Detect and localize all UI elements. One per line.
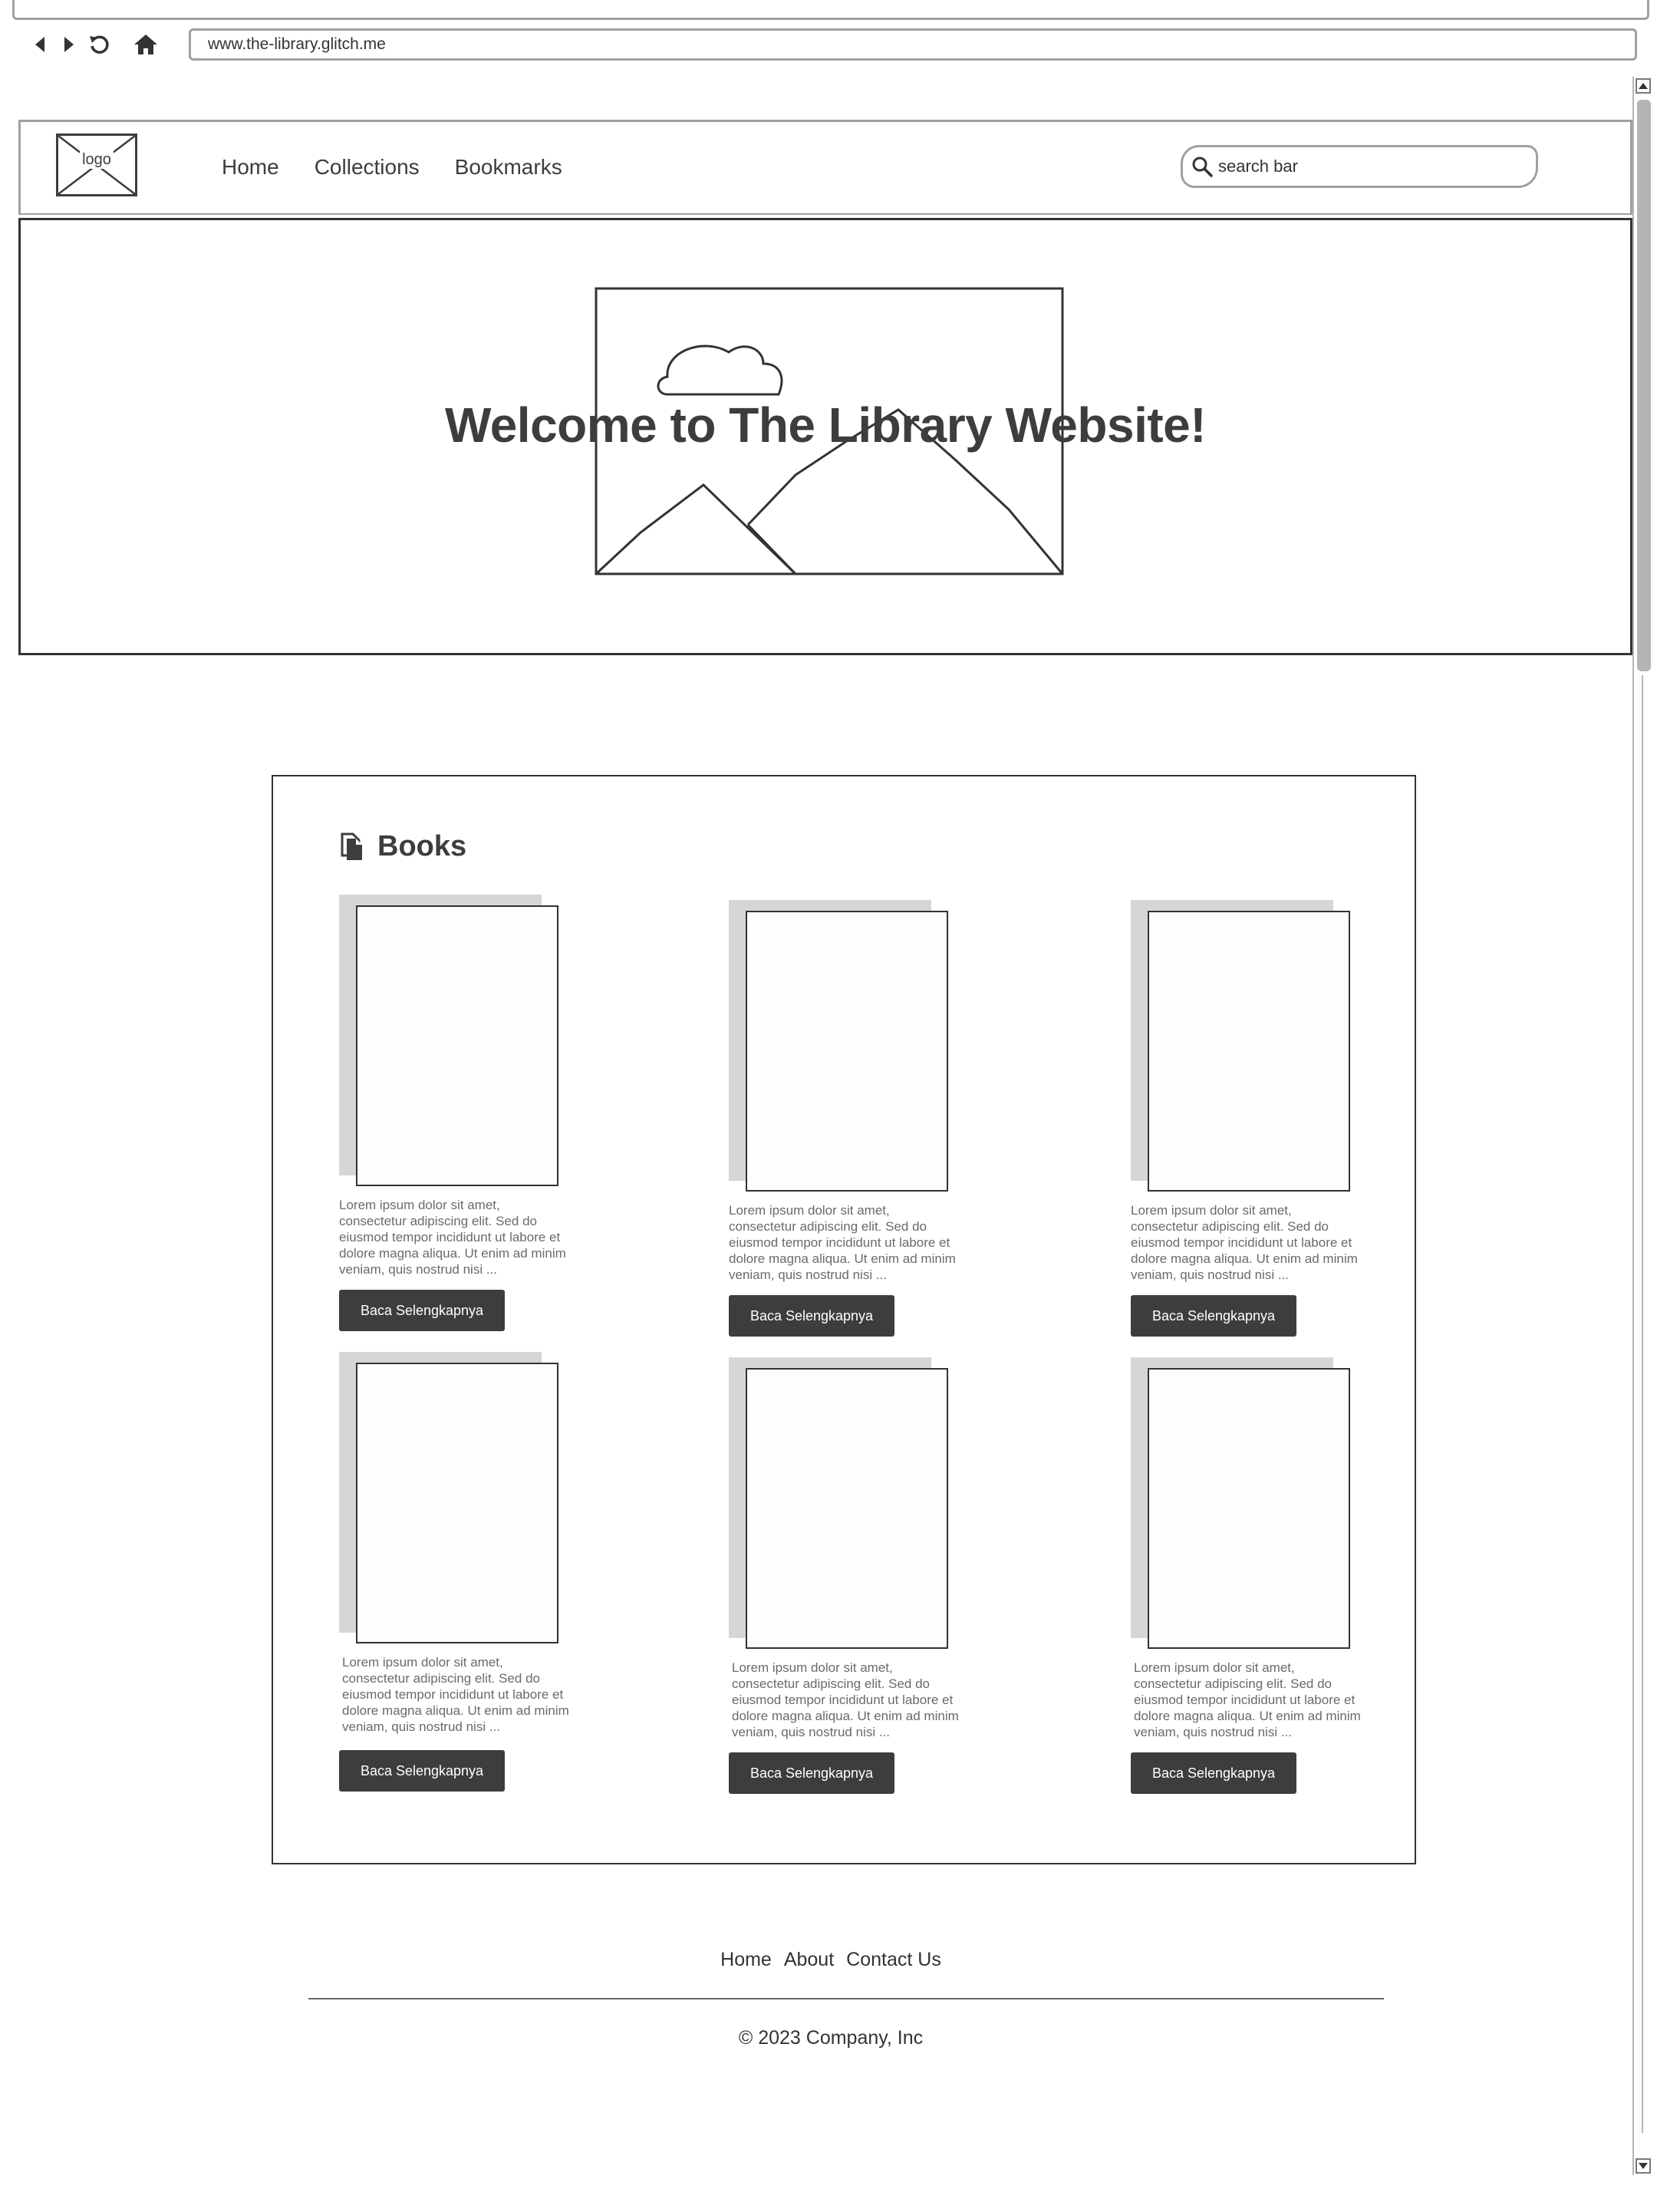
read-more-button[interactable]: Baca Selengkapnya <box>729 1752 894 1794</box>
reload-icon <box>90 35 109 54</box>
footer-nav: Home About Contact Us <box>0 1949 1657 1971</box>
read-more-button[interactable]: Baca Selengkapnya <box>729 1295 894 1337</box>
site-header: logo Home Collections Bookmarks search b… <box>18 120 1632 215</box>
browser-tab-bar <box>12 0 1649 20</box>
logo-label: logo <box>80 151 114 169</box>
footer-divider <box>308 1998 1384 1999</box>
book-cover-image <box>1148 1368 1350 1649</box>
books-heading-label: Books <box>377 830 467 862</box>
read-more-button[interactable]: Baca Selengkapnya <box>339 1290 505 1331</box>
page-scrollbar[interactable] <box>1632 77 1651 2175</box>
books-heading: Books <box>339 830 466 863</box>
document-icon <box>341 832 362 860</box>
book-cover-image <box>356 905 558 1186</box>
book-card: Lorem ipsum dolor sit amet, consectetur … <box>339 1352 577 1792</box>
main-nav: Home Collections Bookmarks <box>222 122 562 213</box>
book-description: Lorem ipsum dolor sit amet, consectetur … <box>339 1198 566 1277</box>
book-description: Lorem ipsum dolor sit amet, consectetur … <box>729 1203 956 1282</box>
footer-about-link[interactable]: About <box>784 1949 834 1971</box>
read-more-button[interactable]: Baca Selengkapnya <box>339 1750 505 1792</box>
logo[interactable]: logo <box>56 134 137 196</box>
home-button[interactable] <box>132 31 160 58</box>
reload-button[interactable] <box>86 31 112 58</box>
url-bar[interactable]: www.the-library.glitch.me <box>189 28 1637 61</box>
forward-button[interactable] <box>60 31 78 58</box>
hero-title: Welcome to The Library Website! <box>444 397 1207 453</box>
chevron-down-icon <box>1639 2163 1648 2169</box>
footer-contact-link[interactable]: Contact Us <box>846 1949 941 1971</box>
book-cover[interactable] <box>1131 900 1353 1192</box>
book-card: Lorem ipsum dolor sit amet, consectetur … <box>729 900 967 1337</box>
book-description: Lorem ipsum dolor sit amet, consectetur … <box>342 1655 569 1734</box>
scroll-up-button[interactable] <box>1636 78 1651 94</box>
book-card: Lorem ipsum dolor sit amet, consectetur … <box>1131 1357 1369 1794</box>
chevron-up-icon <box>1639 83 1648 89</box>
forward-icon <box>64 37 74 52</box>
copyright-text: © 2023 Company, Inc <box>738 2027 924 2049</box>
book-cover[interactable] <box>1131 1357 1353 1649</box>
book-cover[interactable] <box>339 895 562 1186</box>
nav-bookmarks-link[interactable]: Bookmarks <box>455 155 562 180</box>
book-cover-image <box>1148 911 1350 1192</box>
home-icon <box>134 35 157 54</box>
back-button[interactable] <box>31 31 49 58</box>
nav-collections-link[interactable]: Collections <box>315 155 420 180</box>
book-description: Lorem ipsum dolor sit amet, consectetur … <box>1134 1660 1361 1739</box>
hero-banner: Welcome to The Library Website! <box>18 218 1632 655</box>
book-cover[interactable] <box>729 900 951 1192</box>
book-cover[interactable] <box>339 1352 562 1643</box>
book-card: Lorem ipsum dolor sit amet, consectetur … <box>339 895 577 1331</box>
scroll-down-button[interactable] <box>1636 2158 1651 2174</box>
back-icon <box>35 37 44 52</box>
scroll-track <box>1642 675 1643 2133</box>
scroll-thumb[interactable] <box>1637 100 1651 671</box>
book-description: Lorem ipsum dolor sit amet, consectetur … <box>732 1660 959 1739</box>
search-icon <box>1192 157 1213 177</box>
read-more-button[interactable]: Baca Selengkapnya <box>1131 1295 1296 1337</box>
footer-home-link[interactable]: Home <box>720 1949 772 1971</box>
books-section: Books Lorem ipsum dolor sit amet, consec… <box>272 775 1416 1864</box>
book-cover-image <box>356 1363 558 1643</box>
book-cover-image <box>746 911 948 1192</box>
book-description: Lorem ipsum dolor sit amet, consectetur … <box>1131 1203 1358 1282</box>
book-cover[interactable] <box>729 1357 951 1649</box>
search-placeholder: search bar <box>1218 157 1298 176</box>
search-input[interactable]: search bar <box>1181 145 1538 188</box>
nav-home-link[interactable]: Home <box>222 155 279 180</box>
book-card: Lorem ipsum dolor sit amet, consectetur … <box>1131 900 1369 1337</box>
book-card: Lorem ipsum dolor sit amet, consectetur … <box>729 1357 967 1794</box>
read-more-button[interactable]: Baca Selengkapnya <box>1131 1752 1296 1794</box>
book-cover-image <box>746 1368 948 1649</box>
